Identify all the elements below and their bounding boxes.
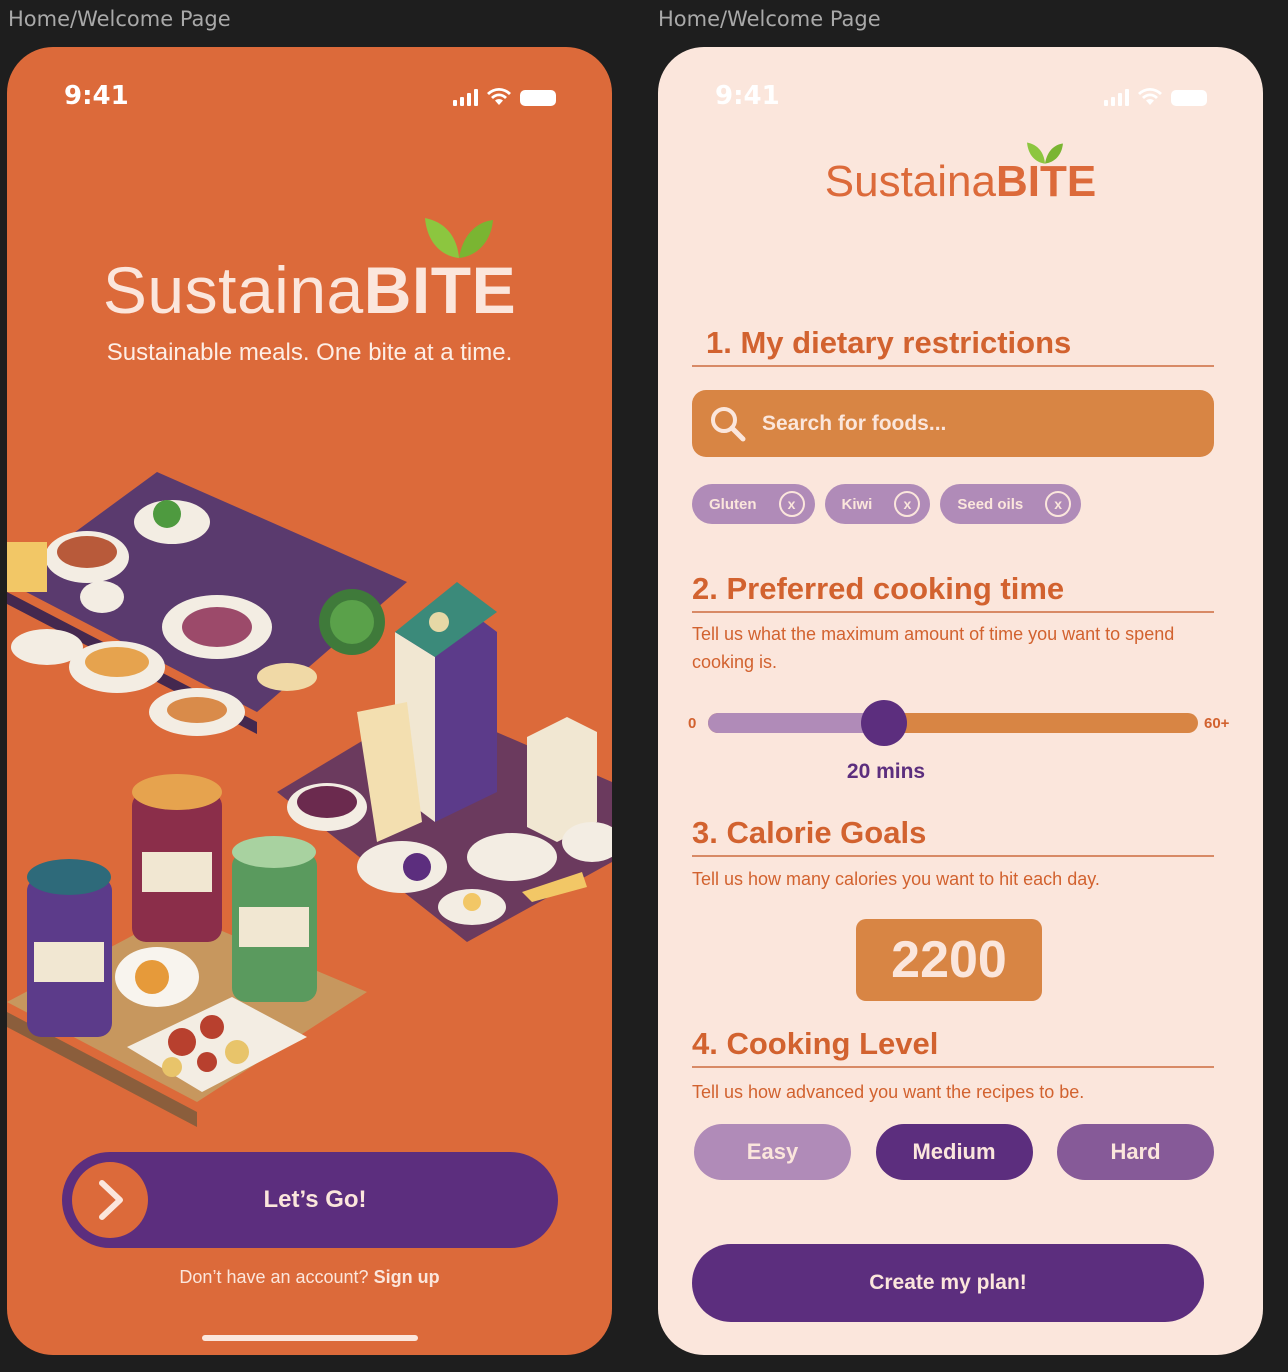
search-placeholder: Search for foods... xyxy=(762,411,947,435)
section-title-cooking-time: 2. Preferred cooking time xyxy=(692,571,1214,613)
status-time: 9:41 xyxy=(715,81,780,111)
chip-label: Gluten xyxy=(709,495,757,513)
section-desc-cooking-time: Tell us what the maximum amount of time … xyxy=(692,624,1175,672)
level-easy-button[interactable]: Easy xyxy=(694,1124,851,1180)
signup-prompt: Don’t have an account? xyxy=(179,1267,369,1287)
welcome-screen: 9:41 SustainaBITE Sustainable meals. One… xyxy=(7,47,612,1355)
status-time: 9:41 xyxy=(64,81,129,111)
search-input[interactable]: Search for foods... xyxy=(692,390,1214,457)
status-icons xyxy=(1104,87,1207,106)
slider-max-label: 60+ xyxy=(1204,715,1230,732)
chip-seed-oils: Seed oils x xyxy=(940,484,1082,524)
wifi-icon xyxy=(487,88,511,105)
food-illustration xyxy=(7,472,612,1127)
create-plan-button[interactable]: Create my plan! xyxy=(692,1244,1204,1322)
close-icon[interactable]: x xyxy=(1045,491,1072,517)
frame-label-welcome: Home/Welcome Page xyxy=(8,7,231,31)
level-medium-button[interactable]: Medium xyxy=(875,1124,1033,1180)
signup-line: Don’t have an account? Sign up xyxy=(7,1267,612,1288)
status-icons xyxy=(453,87,556,106)
onboarding-screen: 9:41 SustainaBITE 1. My dietary restrict… xyxy=(658,47,1263,1355)
lets-go-button[interactable]: Let’s Go! xyxy=(62,1152,558,1248)
battery-icon xyxy=(520,90,556,106)
restriction-chips: Gluten x Kiwi x Seed oils x xyxy=(692,484,1082,524)
cooking-time-slider[interactable] xyxy=(708,713,1198,733)
slider-thumb[interactable] xyxy=(861,700,908,746)
slider-fill xyxy=(708,713,885,733)
signal-icon xyxy=(453,88,478,106)
slider-min-label: 0 xyxy=(688,715,697,732)
level-hard-button[interactable]: Hard xyxy=(1057,1124,1214,1180)
brand-light: Sustaina xyxy=(102,253,364,327)
calorie-input[interactable]: 2200 xyxy=(856,919,1042,1001)
slider-value: 20 mins xyxy=(846,760,926,783)
brand-logo: SustainaBITE xyxy=(658,157,1263,207)
frame-label-onboarding: Home/Welcome Page xyxy=(658,7,881,31)
tagline: Sustainable meals. One bite at a time. xyxy=(106,339,513,366)
section-title-calories: 3. Calorie Goals xyxy=(692,815,1214,857)
chip-gluten: Gluten x xyxy=(692,484,815,524)
section-desc-cooking-level: Tell us how advanced you want the recipe… xyxy=(692,1082,1085,1102)
section-title-dietary: 1. My dietary restrictions xyxy=(692,325,1214,367)
search-icon xyxy=(711,406,746,441)
brand-logo: SustainaBITE xyxy=(7,252,612,328)
signal-icon xyxy=(1104,88,1129,106)
section-desc-calories: Tell us how many calories you want to hi… xyxy=(692,869,1100,889)
brand-light: Sustaina xyxy=(824,157,996,206)
brand-bold: BITE xyxy=(996,157,1097,206)
chevron-right-icon xyxy=(72,1162,148,1238)
brand-bold: BITE xyxy=(363,253,517,327)
section-title-cooking-level: 4. Cooking Level xyxy=(692,1026,1214,1068)
cooking-level-options: Easy Medium Hard xyxy=(694,1124,1214,1180)
close-icon[interactable]: x xyxy=(778,491,805,517)
battery-icon xyxy=(1171,90,1207,106)
close-icon[interactable]: x xyxy=(894,491,921,517)
chip-label: Kiwi xyxy=(841,495,873,513)
wifi-icon xyxy=(1138,88,1162,105)
chip-label: Seed oils xyxy=(957,495,1024,513)
home-indicator xyxy=(202,1335,418,1341)
chip-kiwi: Kiwi x xyxy=(824,484,931,524)
signup-link[interactable]: Sign up xyxy=(374,1267,440,1287)
